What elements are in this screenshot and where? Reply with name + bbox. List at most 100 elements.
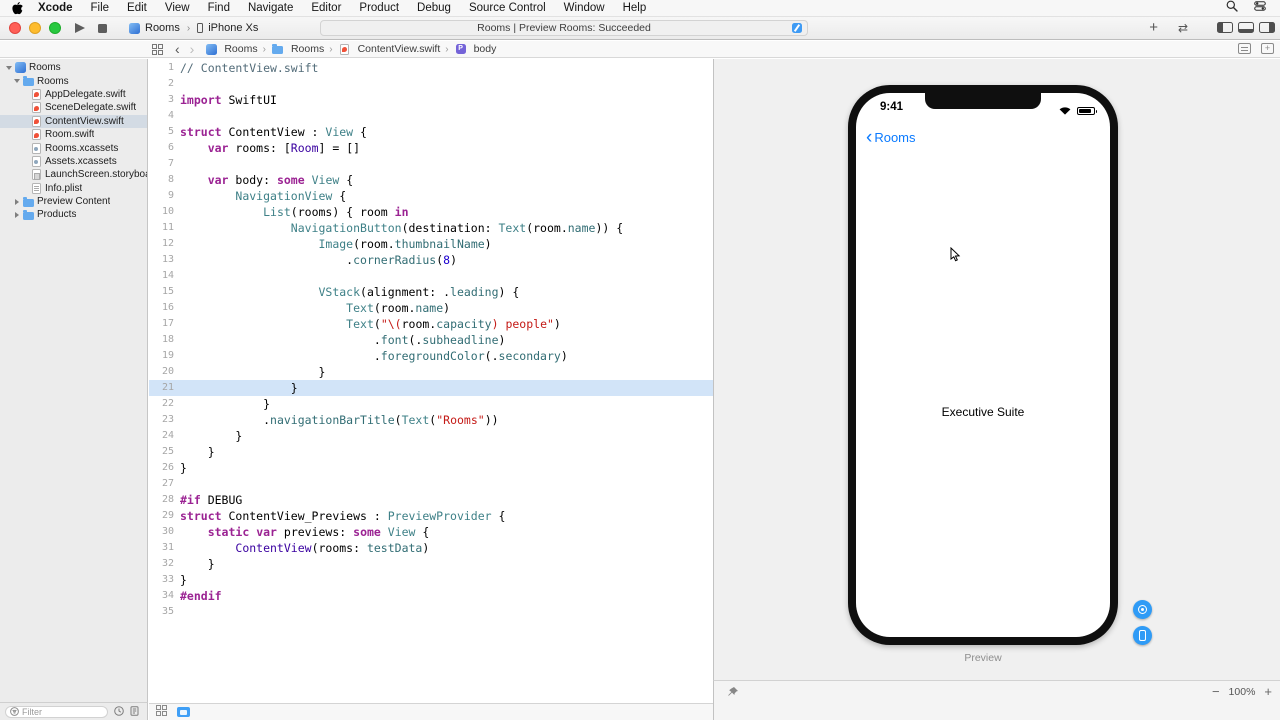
code-line[interactable]: 11 NavigationButton(destination: Text(ro…	[149, 220, 713, 236]
library-button[interactable]: +	[1149, 20, 1158, 36]
code-line[interactable]: 28#if DEBUG	[149, 492, 713, 508]
line-number[interactable]: 2	[149, 76, 180, 92]
menu-item-xcode[interactable]: Xcode	[29, 0, 82, 17]
menu-item-window[interactable]: Window	[555, 0, 614, 17]
breadcrumb-item[interactable]: Rooms	[204, 43, 257, 55]
navigator-item-room-swift[interactable]: Room.swift	[0, 128, 147, 141]
code-line[interactable]: 15 VStack(alignment: .leading) {	[149, 284, 713, 300]
spotlight-search-icon[interactable]	[1226, 0, 1238, 17]
menu-item-debug[interactable]: Debug	[408, 0, 460, 17]
disclosure-closed-icon[interactable]	[15, 199, 19, 205]
line-number[interactable]: 7	[149, 156, 180, 172]
control-center-icon[interactable]	[1254, 0, 1266, 17]
recent-files-filter-icon[interactable]	[114, 703, 124, 720]
menu-item-navigate[interactable]: Navigate	[239, 0, 302, 17]
line-number[interactable]: 1	[149, 60, 180, 76]
line-number[interactable]: 33	[149, 572, 180, 588]
line-number[interactable]: 16	[149, 300, 180, 316]
toggle-inspector-button[interactable]	[1259, 22, 1275, 33]
canvas-indicator-icon[interactable]	[177, 707, 190, 717]
line-number[interactable]: 35	[149, 604, 180, 620]
pin-preview-icon[interactable]	[727, 685, 739, 703]
menu-item-editor[interactable]: Editor	[302, 0, 350, 17]
code-line[interactable]: 8 var body: some View {	[149, 172, 713, 188]
navigator-item-rooms[interactable]: Rooms	[0, 61, 147, 74]
editor-arrangement-icon[interactable]: ⇄	[1178, 21, 1188, 35]
code-line[interactable]: 25 }	[149, 444, 713, 460]
line-number[interactable]: 28	[149, 492, 180, 508]
line-number[interactable]: 26	[149, 460, 180, 476]
editor-options-icon[interactable]	[1238, 43, 1251, 54]
code-line[interactable]: 27	[149, 476, 713, 492]
line-number[interactable]: 32	[149, 556, 180, 572]
code-line[interactable]: 21 }	[149, 380, 713, 396]
scheme-selector[interactable]: Rooms › iPhone Xs	[129, 22, 258, 34]
code-line[interactable]: 24 }	[149, 428, 713, 444]
line-number[interactable]: 20	[149, 364, 180, 380]
navigator-item-scenedelegate-swift[interactable]: SceneDelegate.swift	[0, 101, 147, 114]
code-line[interactable]: 12 Image(room.thumbnailName)	[149, 236, 713, 252]
adjust-editor-icon[interactable]	[156, 703, 167, 720]
code-line[interactable]: 19 .foregroundColor(.secondary)	[149, 348, 713, 364]
line-number[interactable]: 10	[149, 204, 180, 220]
code-line[interactable]: 1// ContentView.swift	[149, 60, 713, 76]
menu-item-source-control[interactable]: Source Control	[460, 0, 555, 17]
navigator-item-appdelegate-swift[interactable]: AppDelegate.swift	[0, 88, 147, 101]
code-line[interactable]: 31 ContentView(rooms: testData)	[149, 540, 713, 556]
line-number[interactable]: 19	[149, 348, 180, 364]
code-line[interactable]: 13 .cornerRadius(8)	[149, 252, 713, 268]
line-number[interactable]: 9	[149, 188, 180, 204]
code-line[interactable]: 22 }	[149, 396, 713, 412]
go-back-button[interactable]: ‹	[175, 42, 180, 57]
code-line[interactable]: 33}	[149, 572, 713, 588]
preview-on-device-button[interactable]	[1133, 626, 1152, 645]
code-line[interactable]: 34#endif	[149, 588, 713, 604]
code-line[interactable]: 5struct ContentView : View {	[149, 124, 713, 140]
line-number[interactable]: 31	[149, 540, 180, 556]
line-number[interactable]: 21	[149, 380, 180, 396]
navigator-item-rooms[interactable]: Rooms	[0, 74, 147, 87]
navigator-item-products[interactable]: Products	[0, 208, 147, 221]
navigator-item-info-plist[interactable]: Info.plist	[0, 182, 147, 195]
code-line[interactable]: 35	[149, 604, 713, 620]
line-number[interactable]: 18	[149, 332, 180, 348]
menu-item-product[interactable]: Product	[350, 0, 408, 17]
line-number[interactable]: 13	[149, 252, 180, 268]
code-line[interactable]: 18 .font(.subheadline)	[149, 332, 713, 348]
breadcrumb-item[interactable]: body	[454, 43, 497, 55]
add-editor-icon[interactable]: +	[1261, 43, 1274, 54]
line-number[interactable]: 6	[149, 140, 180, 156]
navigator-item-preview-content[interactable]: Preview Content	[0, 195, 147, 208]
code-line[interactable]: 7	[149, 156, 713, 172]
line-number[interactable]: 25	[149, 444, 180, 460]
filter-field[interactable]: Filter	[5, 706, 108, 718]
line-number[interactable]: 29	[149, 508, 180, 524]
menu-item-edit[interactable]: Edit	[118, 0, 156, 17]
code-line[interactable]: 6 var rooms: [Room] = []	[149, 140, 713, 156]
line-number[interactable]: 11	[149, 220, 180, 236]
preview-back-button[interactable]: ‹ Rooms	[866, 130, 916, 145]
menu-item-find[interactable]: Find	[199, 0, 239, 17]
navigator-item-rooms-xcassets[interactable]: Rooms.xcassets	[0, 141, 147, 154]
run-button[interactable]	[75, 23, 85, 33]
line-number[interactable]: 30	[149, 524, 180, 540]
close-window-button[interactable]	[9, 22, 21, 34]
line-number[interactable]: 27	[149, 476, 180, 492]
code-line[interactable]: 16 Text(room.name)	[149, 300, 713, 316]
line-number[interactable]: 22	[149, 396, 180, 412]
go-forward-button[interactable]: ›	[190, 42, 195, 57]
navigator-item-assets-xcassets[interactable]: Assets.xcassets	[0, 155, 147, 168]
code-line[interactable]: 29struct ContentView_Previews : PreviewP…	[149, 508, 713, 524]
scheme-project-name[interactable]: Rooms	[145, 22, 180, 34]
breadcrumb-item[interactable]: ContentView.swift	[338, 43, 441, 55]
disclosure-open-icon[interactable]	[14, 79, 20, 83]
code-line[interactable]: 32 }	[149, 556, 713, 572]
line-number[interactable]: 23	[149, 412, 180, 428]
line-number[interactable]: 5	[149, 124, 180, 140]
code-line[interactable]: 14	[149, 268, 713, 284]
related-items-icon[interactable]	[152, 44, 163, 55]
toggle-navigator-button[interactable]	[1217, 22, 1233, 33]
zoom-level[interactable]: 100%	[1229, 686, 1256, 698]
navigator-item-contentview-swift[interactable]: ContentView.swift	[0, 115, 147, 128]
menu-item-view[interactable]: View	[156, 0, 199, 17]
